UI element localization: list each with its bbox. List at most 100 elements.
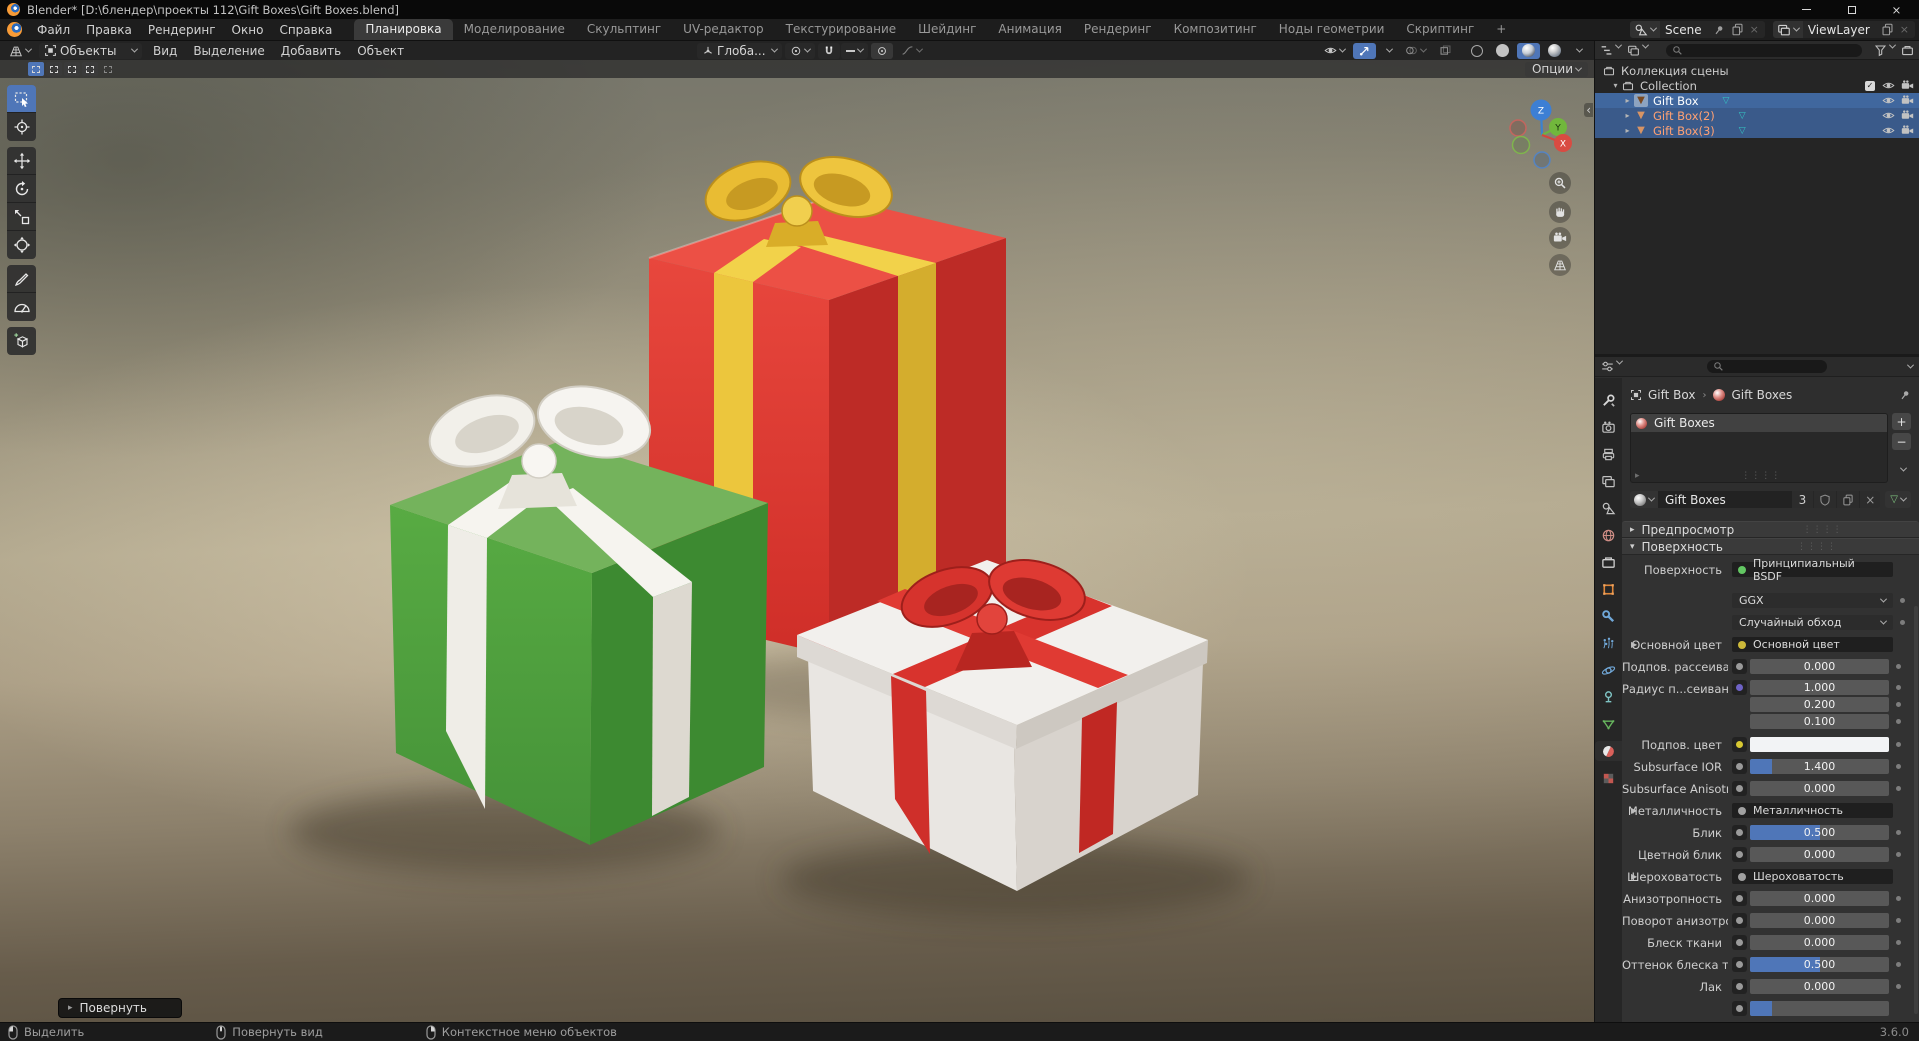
show-overlays-toggle[interactable] [1400,43,1431,59]
socket-icon[interactable] [1732,957,1747,972]
decorator-dot[interactable] [1896,940,1901,945]
outliner-row-gift-box[interactable]: ▸ ▼ Gift Box ▽ [1595,93,1919,108]
shading-wireframe-button[interactable] [1466,43,1488,59]
tab-texture-paint[interactable]: Текстурирование [775,19,907,40]
hide-eye-icon[interactable] [1882,94,1895,107]
render-visibility-icon[interactable] [1901,79,1914,92]
decorator-dot[interactable] [1896,918,1901,923]
radius-y-field[interactable]: 0.200 [1750,697,1889,712]
tool-select-box[interactable] [7,85,36,113]
socket-icon[interactable] [1732,759,1747,774]
tab-constraints[interactable] [1597,687,1621,707]
pan-hand-button[interactable] [1549,201,1571,223]
remove-slot-button[interactable]: − [1892,433,1911,450]
menu-view[interactable]: Вид [145,44,185,58]
value-slider[interactable]: 0.000 [1750,979,1889,994]
material-slot-item[interactable]: Gift Boxes [1631,414,1887,432]
value-slider[interactable]: 0.000 [1750,659,1889,674]
decorator-dot[interactable] [1896,786,1901,791]
socket-icon[interactable] [1732,737,1747,752]
decorator-dot[interactable] [1896,830,1901,835]
expander-icon[interactable]: ▸ [1621,111,1634,120]
tab-object[interactable] [1597,579,1621,599]
tab-particles[interactable] [1597,633,1621,653]
mode-dropdown[interactable]: Объекты [39,42,142,59]
proportional-falloff-dropdown[interactable] [896,43,927,59]
material-slot-list[interactable]: Gift Boxes ▸ ⋮⋮⋮⋮ [1630,413,1888,483]
value-slider[interactable]: 0.000 [1750,781,1889,796]
socket-icon[interactable] [1732,891,1747,906]
tab-world[interactable] [1597,525,1621,545]
tab-texture[interactable] [1597,768,1621,788]
snap-target-dropdown[interactable] [840,42,868,59]
tab-rendering[interactable]: Рендеринг [1073,19,1163,40]
shader-node-link[interactable]: Принципиальный BSDF [1732,557,1893,583]
xray-toggle[interactable] [1434,43,1457,59]
display-mode-dropdown[interactable] [1600,41,1623,57]
decorator-dot[interactable] [1896,984,1901,989]
tab-shading[interactable]: Шейдинг [907,19,987,40]
menu-object[interactable]: Объект [349,44,412,58]
tab-view-layer[interactable] [1597,471,1621,491]
render-visibility-icon[interactable] [1901,109,1914,122]
tab-collection[interactable] [1597,552,1621,572]
tool-rotate[interactable] [7,175,36,203]
tab-material[interactable] [1595,741,1622,761]
sss-method-dropdown[interactable]: Случайный обход [1732,615,1893,630]
menu-file[interactable]: Файл [29,23,78,37]
tab-sculpting[interactable]: Скульптинг [576,19,672,40]
decorator-dot[interactable] [1896,764,1901,769]
decorator-dot[interactable] [1900,598,1905,603]
hide-eye-icon[interactable] [1882,79,1895,92]
value-slider[interactable]: 0.000 [1750,913,1889,928]
expander-icon[interactable]: ▾ [1609,81,1622,90]
shading-solid-button[interactable] [1491,43,1514,59]
drag-grip-icon[interactable]: ⋮⋮⋮⋮ [1803,525,1843,535]
socket-icon[interactable] [1732,680,1747,695]
pin-icon[interactable] [1710,24,1728,36]
gift-boxes-scene[interactable] [0,41,1594,1022]
value-slider[interactable]: 1.400 [1750,759,1889,774]
copy-icon[interactable] [1728,23,1747,36]
expander-icon[interactable]: ▸ [1621,96,1634,105]
radius-x-field[interactable]: 1.000 [1750,680,1889,695]
editor-type-icon[interactable] [4,43,36,59]
axis-minus-y[interactable] [1511,135,1531,155]
select-mode-subtract[interactable] [64,62,80,76]
socket-icon[interactable] [1732,913,1747,928]
pin-icon[interactable] [1899,389,1911,401]
users-count-button[interactable]: 3 [1791,491,1814,508]
properties-search-input[interactable] [1706,360,1827,373]
socket-icon[interactable] [1732,935,1747,950]
tab-physics[interactable] [1597,660,1621,680]
hide-eye-icon[interactable] [1882,124,1895,137]
browse-material-dropdown[interactable] [1630,491,1658,508]
tab-object-data[interactable] [1597,714,1621,734]
tool-annotate[interactable] [7,265,36,293]
menu-add[interactable]: Добавить [273,44,349,58]
socket-icon[interactable] [1732,659,1747,674]
value-slider[interactable]: 0.000 [1750,891,1889,906]
decorator-dot[interactable] [1896,685,1901,690]
tool-measure[interactable] [7,293,36,321]
value-slider[interactable]: 0.000 [1750,935,1889,950]
select-mode-extend[interactable] [46,62,62,76]
socket-icon[interactable] [1732,847,1747,862]
camera-view-button[interactable] [1549,227,1571,249]
decorator-dot[interactable] [1896,719,1901,724]
decorator-dot[interactable] [1900,620,1905,625]
axis-minus-z[interactable] [1533,151,1551,169]
scrollbar[interactable] [1914,606,1918,1014]
base-color-node-link[interactable]: Основной цвет [1732,637,1893,652]
snap-toggle[interactable] [817,42,840,59]
socket-icon[interactable] [1732,781,1747,796]
use-nodes-icon[interactable]: ▽ [1885,491,1911,508]
gizmo-dropdown[interactable] [1379,43,1397,59]
tool-transform[interactable] [7,231,36,259]
render-visibility-icon[interactable] [1901,94,1914,107]
shading-material-preview-button[interactable] [1517,42,1540,59]
select-mode-invert[interactable] [82,62,98,76]
expander-icon[interactable]: ▸ [1635,471,1640,481]
panel-preview[interactable]: ▸ Предпросмотр ⋮⋮⋮⋮ [1622,521,1919,538]
close-button[interactable]: × [1874,0,1919,19]
